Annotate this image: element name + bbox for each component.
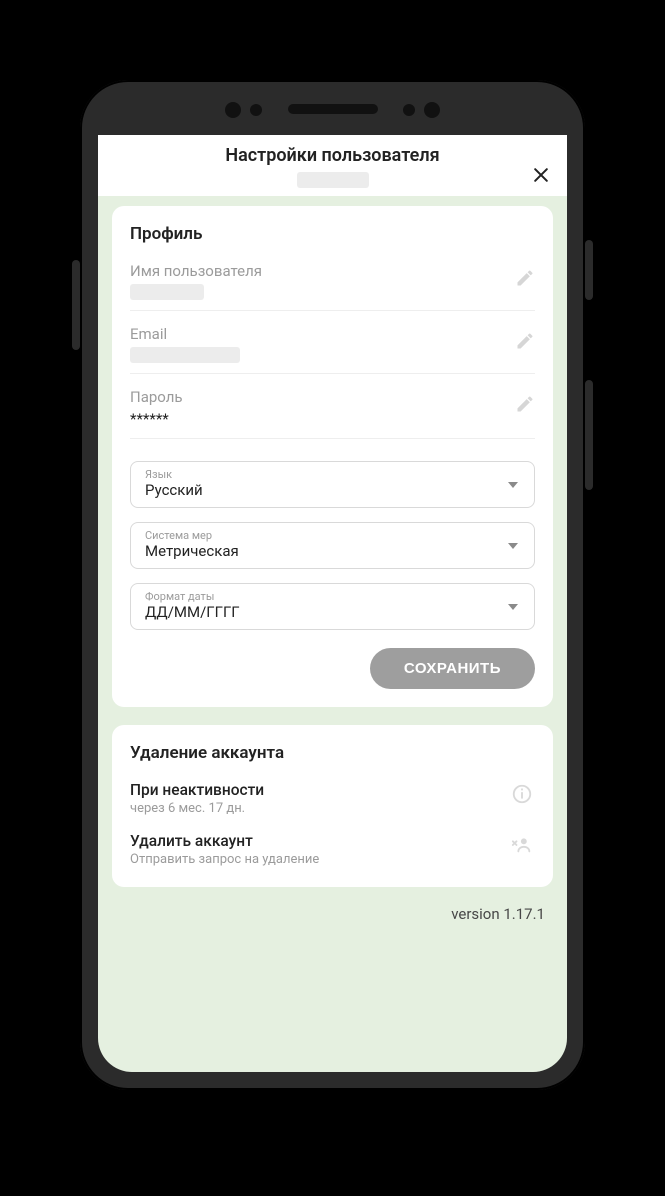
phone-side-button-right-2 xyxy=(585,380,593,490)
edit-password-button[interactable] xyxy=(515,394,535,414)
profile-title: Профиль xyxy=(130,224,535,244)
delete-account-row[interactable]: Удалить аккаунт Отправить запрос на удал… xyxy=(130,824,535,875)
edit-username-button[interactable] xyxy=(515,268,535,288)
username-label: Имя пользователя xyxy=(130,262,535,280)
chevron-down-icon xyxy=(508,482,518,488)
phone-side-button-left xyxy=(72,260,80,350)
inactivity-sub: через 6 мес. 17 дн. xyxy=(130,801,535,816)
phone-sensor-icon xyxy=(424,102,440,118)
password-label: Пароль xyxy=(130,388,535,406)
version-label: version 1.17.1 xyxy=(112,905,553,923)
units-select-label: Система мер xyxy=(145,529,520,542)
username-field[interactable]: Имя пользователя xyxy=(130,262,535,311)
language-select[interactable]: Язык Русский xyxy=(130,461,535,508)
pencil-icon xyxy=(515,268,535,288)
delete-card-title: Удаление аккаунта xyxy=(130,743,535,763)
edit-email-button[interactable] xyxy=(515,331,535,351)
inactivity-title: При неактивности xyxy=(130,781,535,799)
phone-frame: Настройки пользователя Профиль Имя польз… xyxy=(80,80,585,1090)
person-remove-icon xyxy=(511,834,533,856)
phone-sensor-icon xyxy=(225,102,241,118)
phone-top-bezel xyxy=(80,80,585,135)
page-title: Настройки пользователя xyxy=(112,145,553,166)
screen: Настройки пользователя Профиль Имя польз… xyxy=(98,135,567,1072)
close-button[interactable] xyxy=(529,163,553,187)
phone-speaker-icon xyxy=(288,104,378,114)
email-label: Email xyxy=(130,325,535,343)
username-value-redacted xyxy=(130,284,204,300)
inactivity-row[interactable]: При неактивности через 6 мес. 17 дн. xyxy=(130,773,535,824)
pencil-icon xyxy=(515,331,535,351)
phone-sensor-icon xyxy=(403,104,415,116)
chevron-down-icon xyxy=(508,543,518,549)
header: Настройки пользователя xyxy=(98,135,567,196)
password-value: ****** xyxy=(130,410,535,428)
chevron-down-icon xyxy=(508,604,518,610)
phone-sensor-icon xyxy=(250,104,262,116)
language-select-value: Русский xyxy=(145,481,520,499)
dateformat-select[interactable]: Формат даты ДД/ММ/ГГГГ xyxy=(130,583,535,630)
header-subtitle-redacted xyxy=(297,172,369,188)
delete-account-title: Удалить аккаунт xyxy=(130,832,535,850)
email-field[interactable]: Email xyxy=(130,325,535,374)
delete-account-sub: Отправить запрос на удаление xyxy=(130,852,535,867)
email-value-redacted xyxy=(130,347,240,363)
units-select[interactable]: Система мер Метрическая xyxy=(130,522,535,569)
info-icon xyxy=(511,783,533,805)
content: Профиль Имя пользователя Email xyxy=(98,196,567,1072)
dateformat-select-value: ДД/ММ/ГГГГ xyxy=(145,603,520,621)
phone-side-button-right-1 xyxy=(585,240,593,300)
save-button[interactable]: СОХРАНИТЬ xyxy=(370,648,535,689)
delete-account-card: Удаление аккаунта При неактивности через… xyxy=(112,725,553,887)
language-select-label: Язык xyxy=(145,468,520,481)
profile-card: Профиль Имя пользователя Email xyxy=(112,206,553,707)
close-icon xyxy=(531,165,551,185)
units-select-value: Метрическая xyxy=(145,542,520,560)
dateformat-select-label: Формат даты xyxy=(145,590,520,603)
password-field[interactable]: Пароль ****** xyxy=(130,388,535,439)
pencil-icon xyxy=(515,394,535,414)
